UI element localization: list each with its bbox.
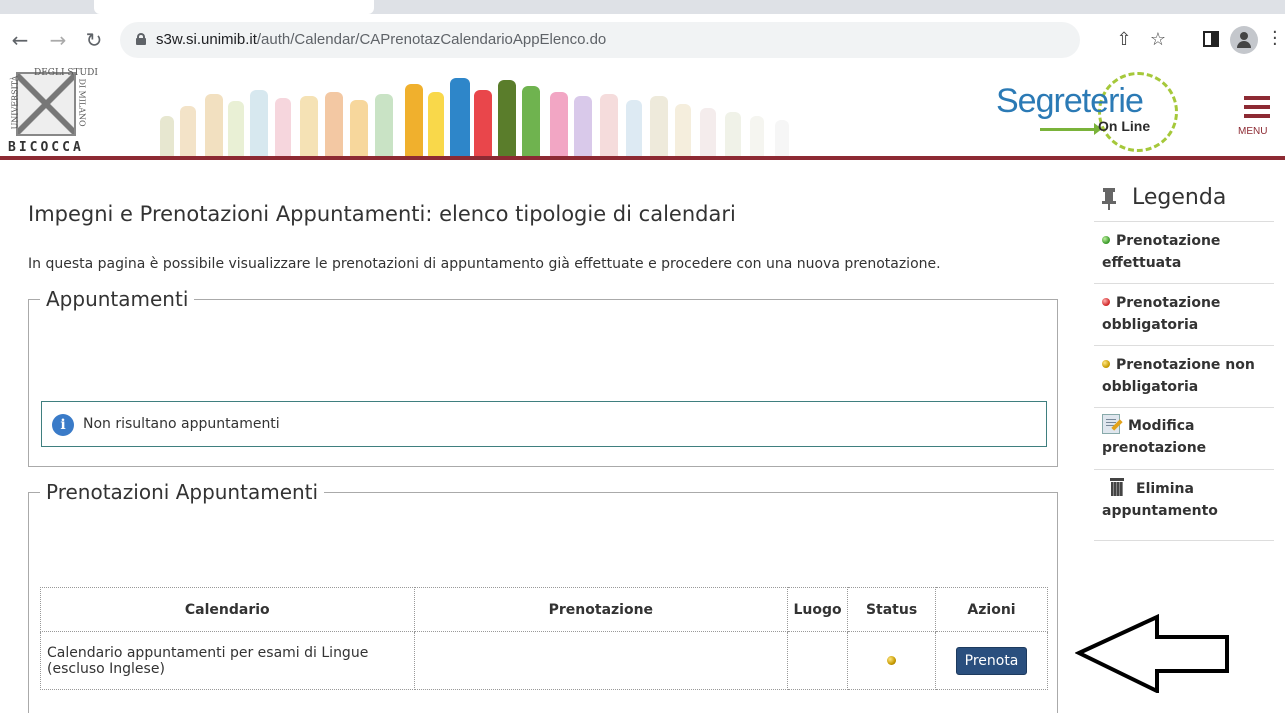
table-row: Calendario appuntamenti per esami di Lin… [40, 631, 1048, 690]
calendario-cell: Calendario appuntamenti per esami di Lin… [40, 631, 415, 690]
legenda-title: Legenda [1132, 185, 1227, 210]
info-icon: i [52, 414, 74, 436]
profile-icon[interactable] [1230, 26, 1258, 54]
kebab-menu-icon[interactable]: · · · [1272, 24, 1278, 54]
arrow-left-icon[interactable]: ← [8, 28, 32, 52]
prenotazioni-table: Calendario Prenotazione Luogo Status Azi… [40, 587, 1048, 690]
legenda-item-label: Prenotazione effettuata [1102, 233, 1221, 271]
browser-tab[interactable] [94, 0, 374, 14]
lock-icon[interactable] [136, 33, 146, 45]
yellow-dot-icon [1102, 360, 1110, 368]
column-header[interactable]: Azioni [935, 587, 1048, 632]
prenotazione-cell [413, 631, 789, 690]
url-path: /auth/Calendar/CAPrenotazCalendarioAppEl… [256, 31, 607, 48]
url-text[interactable]: s3w.si.unimib.it/auth/Calendar/CAPrenota… [156, 31, 606, 48]
logo-arrow-icon [1040, 123, 1102, 135]
university-logo[interactable]: DEGLI STUDI UNIVERSITÀ DI MILANO BICOCCA [6, 68, 118, 156]
page-description: In questa pagina è possibile visualizzar… [28, 256, 941, 272]
column-header[interactable]: Calendario [40, 587, 415, 632]
tab-strip [0, 0, 1285, 14]
column-header[interactable]: Luogo [787, 587, 849, 632]
university-logo-left: UNIVERSITÀ [10, 75, 20, 130]
status-cell [847, 631, 937, 690]
logo-sub-text: On Line [1098, 118, 1151, 134]
luogo-cell [787, 631, 849, 690]
star-icon[interactable]: ☆ [1146, 28, 1170, 52]
side-panel-icon[interactable] [1203, 31, 1219, 47]
university-logo-top: DEGLI STUDI [34, 68, 98, 78]
segreterie-online-logo[interactable]: Segreterie On Line [990, 68, 1190, 154]
legenda-item-modifica: Modifica prenotazione [1094, 407, 1274, 469]
menu-button[interactable]: MENU [1238, 92, 1278, 142]
appuntamenti-legend: Appuntamenti [40, 287, 195, 311]
university-emblem [16, 72, 76, 136]
annotation-arrow-icon [1075, 613, 1229, 693]
pin-icon [1102, 188, 1116, 210]
arrow-right-icon[interactable]: → [46, 28, 70, 52]
browser-chrome: ← → ↻ s3w.si.unimib.it/auth/Calendar/CAP… [0, 0, 1285, 64]
yellow-dot-icon [887, 655, 897, 665]
column-header[interactable]: Status [847, 587, 937, 632]
share-icon[interactable]: ⇧ [1112, 28, 1136, 52]
info-alert: i Non risultano appuntamenti [41, 401, 1047, 447]
university-logo-right: DI MILANO [77, 78, 87, 127]
menu-label: MENU [1238, 126, 1268, 137]
address-bar[interactable]: s3w.si.unimib.it/auth/Calendar/CAPrenota… [120, 22, 1080, 58]
legenda-item-non-obbligatoria: Prenotazione non obbligatoria [1094, 345, 1274, 407]
legenda-item-label: Prenotazione obbligatoria [1102, 295, 1221, 333]
edit-document-icon [1102, 414, 1120, 434]
red-dot-icon [1102, 298, 1110, 306]
people-banner-image [150, 74, 850, 156]
prenota-button[interactable]: Prenota [955, 646, 1028, 675]
hamburger-icon [1244, 96, 1270, 100]
trash-icon [1110, 478, 1124, 496]
table-header-row: Calendario Prenotazione Luogo Status Azi… [40, 587, 1048, 632]
azioni-cell: Prenota [935, 631, 1048, 690]
green-dot-icon [1102, 236, 1110, 244]
university-logo-name: BICOCCA [8, 140, 84, 155]
prenotazioni-legend: Prenotazioni Appuntamenti [40, 480, 325, 504]
page-title: Impegni e Prenotazioni Appuntamenti: ele… [28, 202, 736, 226]
legenda-item-elimina: Elimina appuntamento [1094, 469, 1274, 541]
empty-message: Non risultano appuntamenti [83, 416, 280, 432]
reload-icon[interactable]: ↻ [82, 28, 106, 52]
url-host: s3w.si.unimib.it [156, 31, 257, 48]
column-header[interactable]: Prenotazione [413, 587, 789, 632]
legenda-item-label: Prenotazione non obbligatoria [1102, 357, 1255, 395]
logo-main-text: Segreterie [996, 82, 1144, 120]
site-header: DEGLI STUDI UNIVERSITÀ DI MILANO BICOCCA [0, 64, 1285, 160]
legenda-item-obbligatoria: Prenotazione obbligatoria [1094, 283, 1274, 345]
legenda-item-effettuata: Prenotazione effettuata [1094, 221, 1274, 283]
